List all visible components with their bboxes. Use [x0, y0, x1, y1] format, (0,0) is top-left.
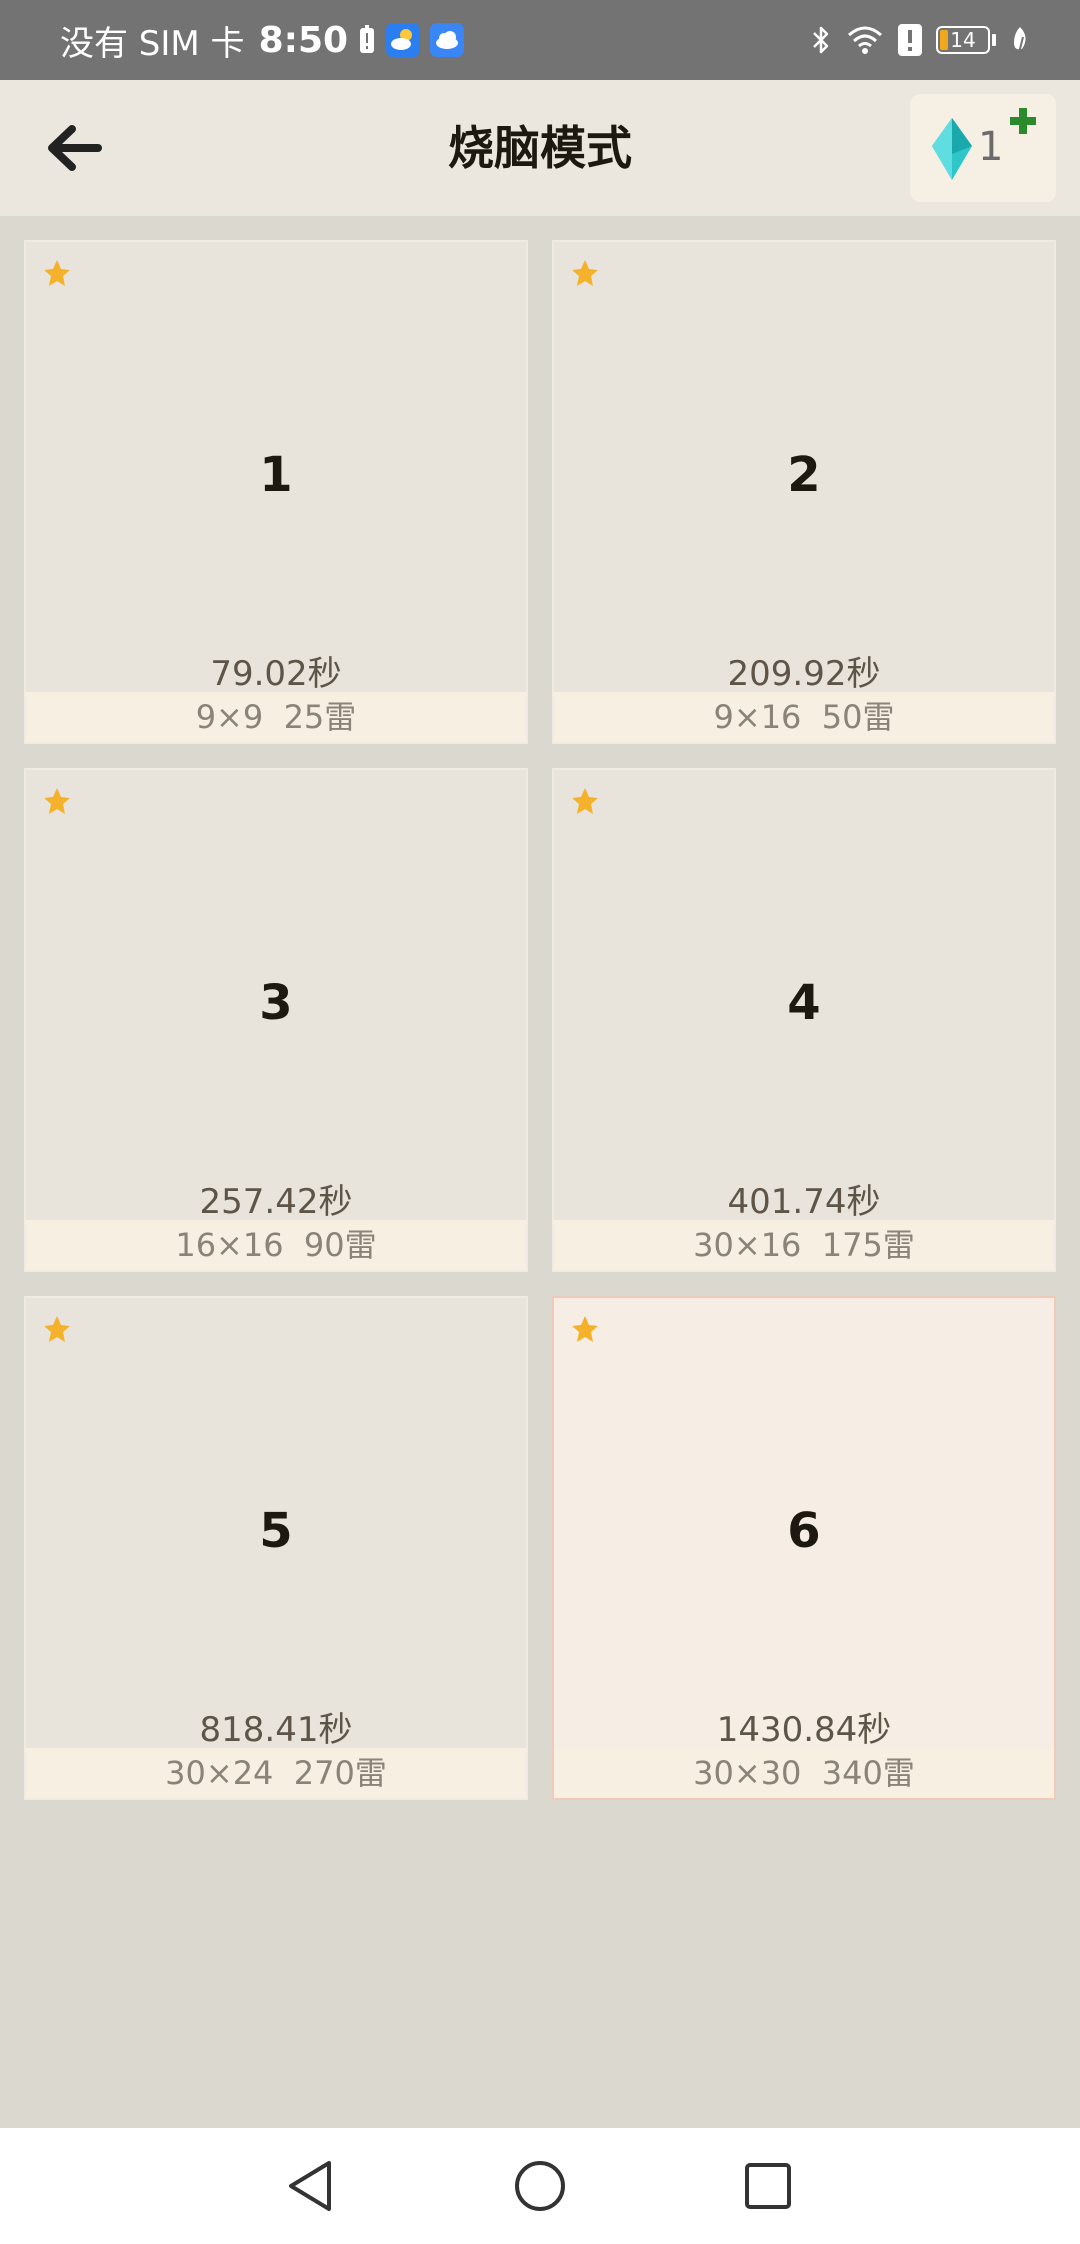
clock: 8:50	[258, 19, 349, 61]
weather-app-icon	[386, 23, 421, 57]
wifi-icon	[846, 25, 884, 55]
level-board-info: 30×16 175雷	[554, 1220, 1054, 1270]
battery-level: 14	[950, 28, 976, 52]
nav-recents-button[interactable]	[738, 2156, 798, 2216]
square-recents-icon	[745, 2163, 791, 2209]
star-icon	[572, 788, 598, 814]
star-icon	[44, 1316, 70, 1342]
star-icon	[44, 788, 70, 814]
level-card-2[interactable]: 2 209.92秒 9×16 50雷	[552, 240, 1056, 744]
status-right: 14	[810, 0, 1030, 80]
level-best-time: 79.02秒	[210, 654, 342, 694]
nav-back-button[interactable]	[280, 2156, 340, 2216]
level-board-info: 9×9 25雷	[26, 692, 526, 742]
levels-grid: 1 79.02秒 9×9 25雷 2 209.92秒 9×16 50雷 3 25…	[24, 240, 1056, 1800]
level-best-time: 257.42秒	[199, 1182, 353, 1222]
gem-count: 1	[978, 124, 1004, 170]
battery-icon: 14	[936, 26, 996, 54]
level-number: 3	[259, 975, 293, 1031]
star-icon	[44, 260, 70, 286]
level-card-6[interactable]: 6 1430.84秒 30×30 340雷	[552, 1296, 1056, 1800]
triangle-back-icon	[289, 2161, 331, 2211]
level-number: 1	[259, 447, 293, 503]
level-best-time: 818.41秒	[199, 1710, 353, 1750]
level-card-1[interactable]: 1 79.02秒 9×9 25雷	[24, 240, 528, 744]
circle-home-icon	[515, 2161, 565, 2211]
level-best-time: 209.92秒	[727, 654, 881, 694]
level-number: 5	[259, 1503, 293, 1559]
notification-alert-icon	[898, 24, 922, 56]
status-bar: 没有 SIM 卡 8:50 14	[0, 0, 1080, 80]
level-number: 4	[787, 975, 821, 1031]
gem-icon	[932, 118, 972, 180]
add-gems-icon	[1010, 108, 1036, 134]
leaf-icon	[1010, 25, 1030, 55]
cloud-app-icon	[430, 23, 465, 57]
header: 烧脑模式 1	[0, 80, 1080, 216]
gem-counter-button[interactable]: 1	[910, 94, 1056, 202]
level-best-time: 401.74秒	[727, 1182, 881, 1222]
status-left: 没有 SIM 卡 8:50	[60, 0, 465, 80]
bluetooth-icon	[810, 24, 832, 56]
level-card-4[interactable]: 4 401.74秒 30×16 175雷	[552, 768, 1056, 1272]
level-board-info: 16×16 90雷	[26, 1220, 526, 1270]
level-board-info: 9×16 50雷	[554, 692, 1054, 742]
level-card-3[interactable]: 3 257.42秒 16×16 90雷	[24, 768, 528, 1272]
system-nav-bar	[0, 2128, 1080, 2244]
level-best-time: 1430.84秒	[716, 1710, 892, 1750]
nav-home-button[interactable]	[510, 2156, 570, 2216]
level-board-info: 30×30 340雷	[554, 1748, 1054, 1798]
star-icon	[572, 260, 598, 286]
carrier-label: 没有 SIM 卡	[60, 23, 245, 64]
level-card-5[interactable]: 5 818.41秒 30×24 270雷	[24, 1296, 528, 1800]
battery-alert-icon	[358, 25, 376, 55]
level-number: 6	[787, 1503, 821, 1559]
level-number: 2	[787, 447, 821, 503]
level-board-info: 30×24 270雷	[26, 1748, 526, 1798]
star-icon	[572, 1316, 598, 1342]
